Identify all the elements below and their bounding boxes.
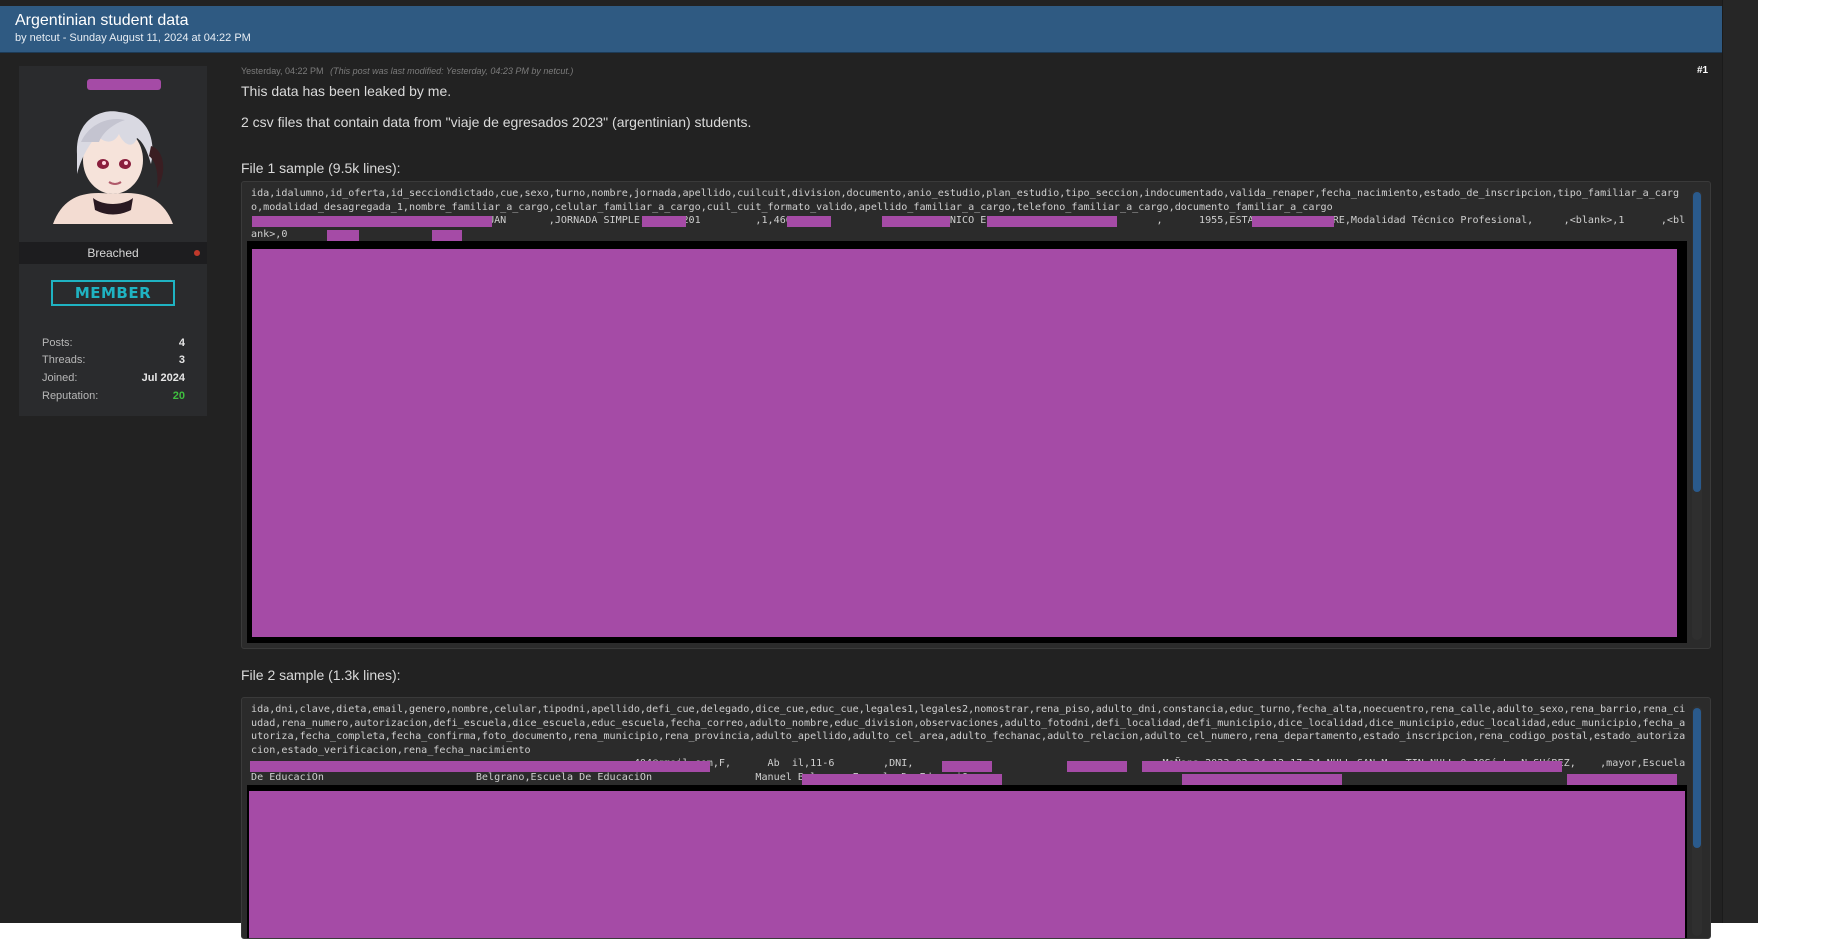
redaction bbox=[432, 230, 462, 241]
username-redaction bbox=[87, 79, 161, 90]
redaction bbox=[1142, 761, 1562, 772]
redaction-block bbox=[247, 785, 1687, 938]
redaction bbox=[250, 761, 710, 772]
thread-byline: by netcut - Sunday August 11, 2024 at 04… bbox=[15, 32, 251, 44]
forum-page: Argentinian student data by netcut - Sun… bbox=[0, 0, 1758, 939]
stat-label: Posts: bbox=[42, 337, 73, 349]
post-meta: Yesterday, 04:22 PM (This post was last … bbox=[241, 66, 573, 76]
post-date: Yesterday, 04:22 PM bbox=[241, 66, 324, 76]
redaction bbox=[787, 216, 831, 227]
stat-label: Joined: bbox=[42, 372, 78, 384]
file2-label: File 2 sample (1.3k lines): bbox=[241, 667, 401, 683]
file2-code-block[interactable]: ida,dni,clave,dieta,email,genero,nombre,… bbox=[241, 697, 1711, 939]
redaction bbox=[882, 216, 950, 227]
avatar[interactable] bbox=[53, 102, 173, 224]
file1-code-text: ida,idalumno,id_oferta,id_secciondictado… bbox=[251, 188, 1686, 240]
stat-value: 3 bbox=[178, 354, 185, 366]
user-panel: Breached MEMBER Posts: 4 Threads: 3 Join… bbox=[19, 66, 207, 416]
redaction-block bbox=[247, 241, 1687, 643]
post-line: 2 csv files that contain data from "viaj… bbox=[241, 114, 752, 130]
redaction bbox=[1567, 774, 1677, 785]
redaction bbox=[1067, 761, 1127, 772]
online-status-dot-icon bbox=[194, 250, 200, 256]
file1-scroll-thumb[interactable] bbox=[1693, 192, 1701, 492]
stat-reputation: Reputation: 20 bbox=[42, 390, 185, 407]
stat-threads: Threads: 3 bbox=[42, 354, 185, 371]
file1-label: File 1 sample (9.5k lines): bbox=[241, 160, 401, 176]
thread-title: Argentinian student data bbox=[15, 12, 189, 29]
redaction bbox=[1252, 216, 1334, 227]
redaction bbox=[987, 216, 1117, 227]
post-number-link[interactable]: #1 bbox=[1697, 65, 1708, 76]
member-rank-badge: MEMBER bbox=[51, 280, 175, 306]
stat-label: Reputation: bbox=[42, 390, 99, 402]
file1-code-block[interactable]: ida,idalumno,id_oferta,id_secciondictado… bbox=[241, 181, 1711, 649]
redaction bbox=[942, 761, 992, 772]
stat-joined: Joined: Jul 2024 bbox=[42, 372, 185, 389]
redaction bbox=[642, 216, 686, 227]
stat-posts: Posts: 4 bbox=[42, 337, 185, 354]
redaction bbox=[327, 230, 359, 241]
redaction bbox=[802, 774, 1002, 785]
thread-header: Argentinian student data by netcut - Sun… bbox=[0, 6, 1722, 53]
redaction bbox=[1182, 774, 1342, 785]
file2-scrollbar[interactable] bbox=[1692, 706, 1702, 936]
stat-label: Threads: bbox=[42, 354, 86, 366]
page-side-strip bbox=[1722, 0, 1758, 923]
user-title: Breached bbox=[19, 242, 207, 264]
stat-value: Jul 2024 bbox=[141, 372, 185, 384]
post-modified-note: (This post was last modified: Yesterday,… bbox=[330, 66, 574, 76]
post-line: This data has been leaked by me. bbox=[241, 83, 452, 99]
file2-scroll-thumb[interactable] bbox=[1693, 708, 1701, 848]
file1-scrollbar[interactable] bbox=[1692, 190, 1702, 640]
reputation-value[interactable]: 20 bbox=[173, 390, 185, 402]
user-title-text: Breached bbox=[87, 246, 139, 260]
redaction bbox=[252, 216, 492, 227]
stat-value: 4 bbox=[178, 337, 185, 349]
